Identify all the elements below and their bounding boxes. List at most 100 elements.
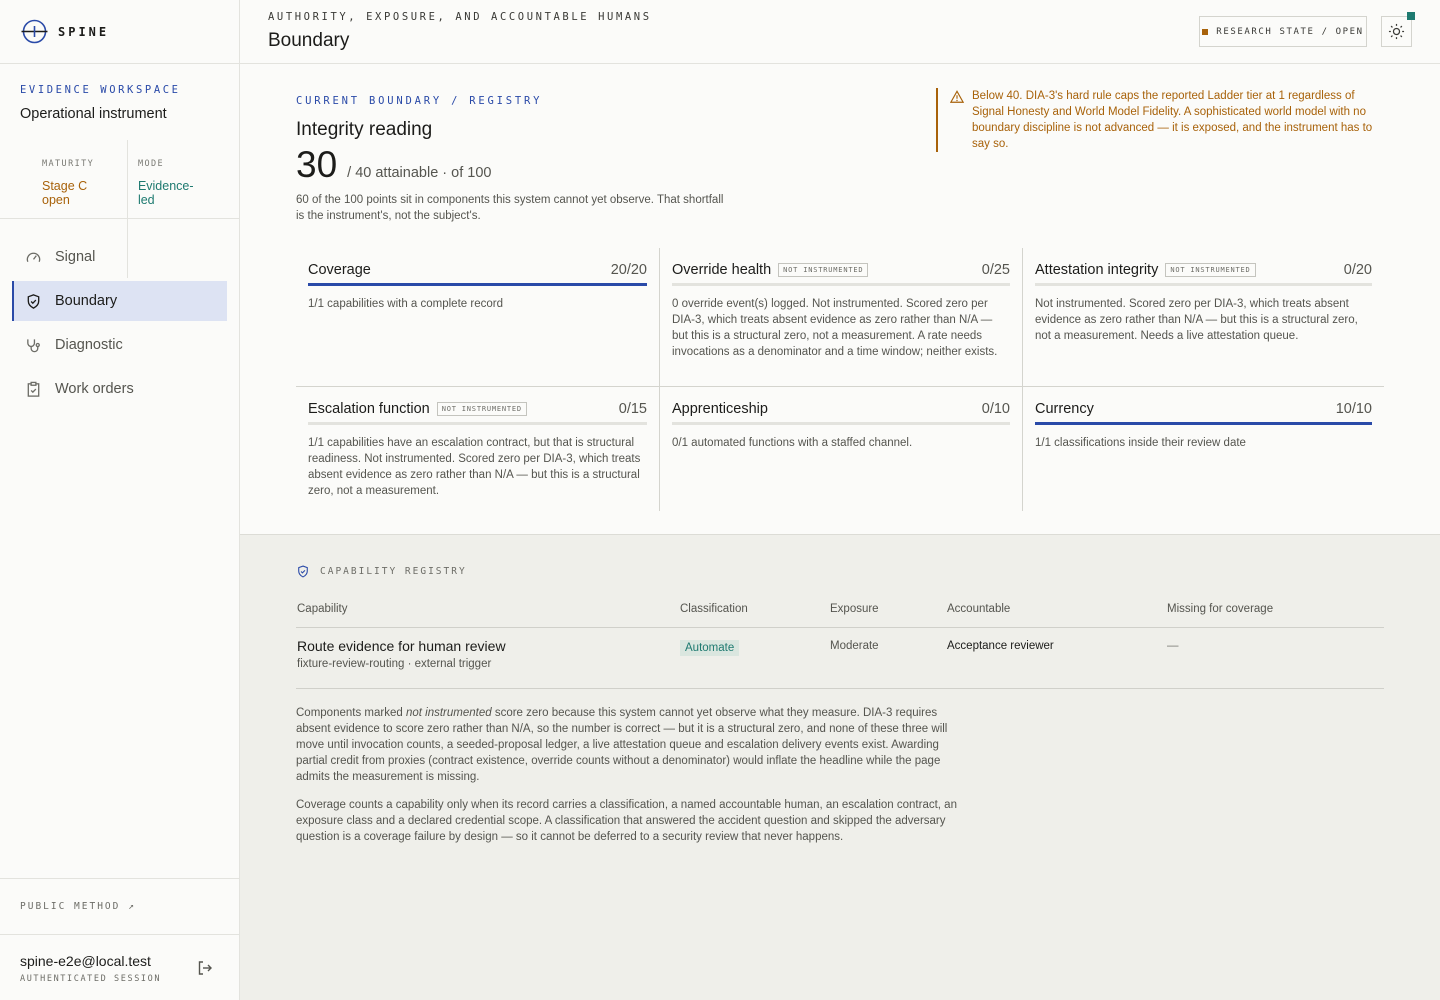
workspace-panel: EVIDENCE WORKSPACE Operational instrumen… [0, 64, 239, 278]
component-score: 0/10 [981, 400, 1010, 417]
status-indicator [1407, 12, 1415, 20]
table-row[interactable]: Route evidence for human review fixture-… [296, 628, 1384, 689]
sidebar-item-signal[interactable]: Signal [12, 237, 227, 277]
component-bar [672, 422, 1010, 425]
component-card-currency: Currency 10/10 1/1 classifications inside… [1022, 386, 1384, 511]
classification-badge: Automate [680, 640, 740, 656]
brand-name: SPINE [58, 24, 110, 39]
mode-label: MODE [137, 159, 165, 169]
capability-cell: Route evidence for human review fixture-… [296, 638, 680, 688]
component-bar [308, 422, 647, 425]
sidebar-item-label: Signal [55, 249, 96, 265]
sidebar-item-label: Work orders [55, 381, 134, 397]
component-card-apprenticeship: Apprenticeship 0/10 0/1 automated functio… [659, 386, 1022, 511]
research-state-button[interactable]: RESEARCH STATE / OPEN [1199, 16, 1367, 47]
header-kicker: AUTHORITY, EXPOSURE, AND ACCOUNTABLE HUM… [268, 11, 652, 23]
component-desc: 0 override event(s) logged. Not instrume… [672, 298, 998, 358]
stethoscope-icon [27, 338, 40, 352]
sun-icon [1388, 23, 1405, 40]
column-header[interactable]: Accountable [947, 603, 1167, 627]
component-bar [1035, 283, 1372, 286]
integrity-section: CURRENT BOUNDARY / REGISTRY Integrity re… [240, 64, 1440, 534]
component-name: Currency [1035, 400, 1094, 417]
gauge-icon [26, 252, 41, 262]
component-bar [672, 283, 1010, 286]
component-name: Escalation function [308, 400, 430, 417]
column-header[interactable]: Missing for coverage [1167, 603, 1384, 627]
session-label: AUTHENTICATED SESSION [20, 974, 162, 984]
sidebar: SPINE EVIDENCE WORKSPACE Operational ins… [0, 0, 240, 1000]
shield-check-icon [27, 293, 40, 309]
mode-value: Evidence-led [137, 179, 194, 207]
score-suffix: / 40 attainable · of 100 [347, 165, 492, 181]
component-name: Coverage [308, 261, 371, 278]
clipboard-check-icon [27, 381, 40, 397]
component-desc: Not instrumented. Scored zero per DIA-3,… [1035, 298, 1358, 342]
component-grid: Coverage 20/20 1/1 capabilities with a co… [296, 248, 1384, 511]
spine-logo-icon [21, 19, 48, 44]
component-name: Apprenticeship [672, 400, 768, 417]
maturity-value: Stage C open [42, 179, 88, 207]
missing-cell: — [1167, 640, 1179, 652]
component-score: 10/10 [1335, 400, 1372, 417]
research-state-label: RESEARCH STATE / OPEN [1216, 26, 1364, 37]
brand[interactable]: SPINE [0, 0, 239, 64]
column-header[interactable]: Classification [680, 603, 830, 627]
sidebar-item-label: Diagnostic [55, 337, 123, 353]
sidebar-item-work-orders[interactable]: Work orders [12, 369, 227, 409]
warning-text: Below 40. DIA-3's hard rule caps the rep… [972, 90, 1373, 150]
sidebar-item-boundary[interactable]: Boundary [12, 281, 227, 321]
component-score: 0/25 [981, 261, 1010, 278]
user-email: spine-e2e@local.test [20, 953, 151, 969]
score-value: 30 [296, 144, 338, 185]
component-bar-fill [1035, 422, 1372, 425]
integrity-score: 30 / 40 attainable · of 100 [296, 144, 491, 186]
column-header[interactable]: Capability [296, 603, 680, 627]
section-kicker: CURRENT BOUNDARY / REGISTRY [296, 95, 543, 107]
warning-callout: Below 40. DIA-3's hard rule caps the rep… [936, 88, 1388, 152]
component-name: Attestation integrity [1035, 261, 1159, 278]
component-card-override-health: Override health NOT INSTRUMENTED 0/25 0 ov… [659, 248, 1022, 386]
component-card-attestation-integrity: Attestation integrity NOT INSTRUMENTED 0/2… [1022, 248, 1384, 386]
registry-kicker-label: CAPABILITY REGISTRY [320, 566, 467, 577]
page-title: Boundary [268, 30, 350, 51]
sidebar-item-diagnostic[interactable]: Diagnostic [12, 325, 227, 365]
public-method-link[interactable]: PUBLIC METHOD ↗ [0, 878, 239, 935]
not-instrumented-badge: NOT INSTRUMENTED [436, 401, 527, 416]
maturity-label: MATURITY [42, 159, 95, 169]
component-bar-fill [308, 283, 647, 286]
logout-icon[interactable] [196, 959, 214, 977]
top-header: AUTHORITY, EXPOSURE, AND ACCOUNTABLE HUM… [240, 0, 1440, 64]
classification-cell: Automate [680, 638, 830, 688]
component-card-escalation-function: Escalation function NOT INSTRUMENTED 0/15 … [296, 386, 659, 511]
capability-sub: fixture-review-routing · external trigge… [297, 658, 492, 670]
workspace-title: Operational instrument [20, 106, 167, 122]
workspace-kicker: EVIDENCE WORKSPACE [20, 84, 181, 96]
table-header: Capability Classification Exposure Accou… [296, 603, 1384, 628]
registry-table: Capability Classification Exposure Accou… [296, 603, 1384, 689]
exposure-cell: Moderate [830, 640, 879, 652]
not-instrumented-badge: NOT INSTRUMENTED [1165, 262, 1256, 277]
component-desc: 0/1 automated functions with a staffed c… [672, 437, 913, 449]
component-bar [1035, 422, 1372, 425]
component-name: Override health [672, 261, 772, 278]
registry-note-coverage: Coverage counts a capability only when i… [296, 799, 957, 843]
component-card-coverage: Coverage 20/20 1/1 capabilities with a co… [296, 248, 659, 386]
registry-note-instrumented: Components marked not instrumented score… [296, 705, 968, 785]
shield-check-icon [298, 565, 308, 578]
shortfall-text: 60 of the 100 points sit in components t… [296, 194, 724, 222]
app-root: SPINE EVIDENCE WORKSPACE Operational ins… [0, 0, 1440, 1000]
theme-toggle-button[interactable] [1381, 16, 1412, 47]
note-text: Components marked [296, 707, 406, 719]
component-score: 20/20 [610, 261, 647, 278]
not-instrumented-badge: NOT INSTRUMENTED [778, 262, 869, 277]
sidebar-item-label: Boundary [55, 293, 118, 309]
component-score: 0/20 [1343, 261, 1372, 278]
component-score: 0/15 [618, 400, 647, 417]
column-header[interactable]: Exposure [830, 603, 947, 627]
component-desc: 1/1 capabilities with a complete record [308, 298, 503, 310]
accountable-cell: Acceptance reviewer [947, 640, 1054, 652]
capability-name[interactable]: Route evidence for human review [297, 638, 680, 654]
capability-registry: CAPABILITY REGISTRY Capability Classific… [240, 534, 1440, 1000]
registry-kicker: CAPABILITY REGISTRY [296, 564, 467, 579]
